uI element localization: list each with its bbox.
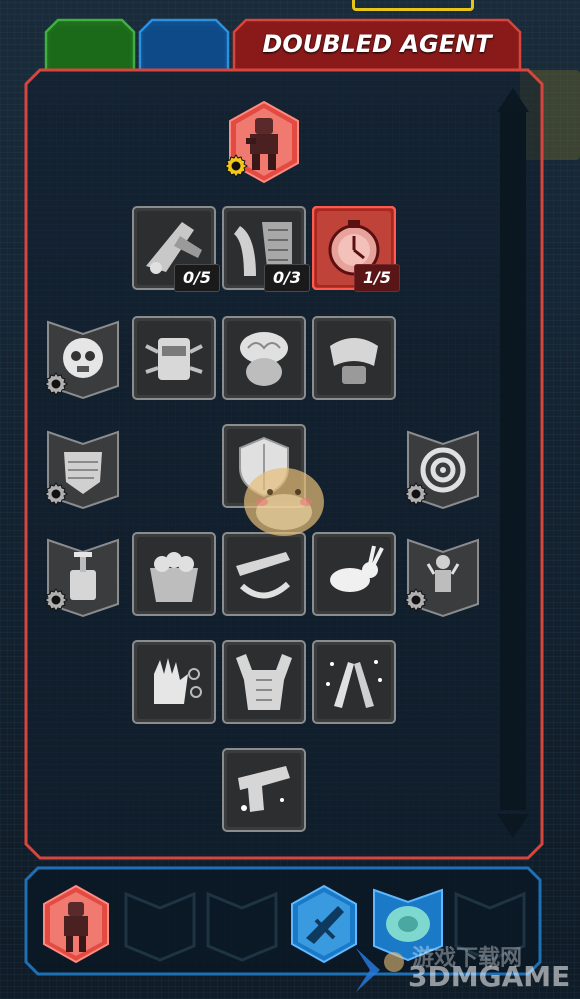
rifle-swap-skill[interactable] [222, 532, 306, 616]
skill-count: 0/5 [174, 264, 220, 292]
watermark: 游戏下载网 3DMGAME [350, 940, 580, 999]
skill-count: 1/5 [354, 264, 400, 292]
empty-slot-1[interactable] [124, 890, 196, 966]
tab-blue[interactable] [138, 18, 230, 70]
tab-green[interactable] [44, 18, 136, 70]
backpack-skill[interactable] [132, 316, 216, 400]
gear-icon [42, 370, 70, 398]
brain-skill[interactable] [222, 316, 306, 400]
scroll-track[interactable] [500, 110, 526, 810]
scrollbar[interactable] [497, 88, 529, 838]
hand-skill[interactable] [132, 640, 216, 724]
shoulder-armor-skill[interactable] [312, 316, 396, 400]
mascot-watermark [240, 464, 328, 540]
gear-icon [402, 586, 430, 614]
top-yellow-button[interactable] [352, 0, 474, 11]
gear-icon [42, 480, 70, 508]
empty-slot-2[interactable] [206, 890, 278, 966]
gear-icon [42, 586, 70, 614]
stopwatch-skill[interactable]: 1/5 [312, 206, 400, 292]
torso-skill[interactable] [222, 640, 306, 724]
agent-portrait-slot[interactable] [40, 884, 112, 968]
scroll-up-arrow[interactable] [497, 88, 529, 112]
tab-doubled-agent[interactable]: DOUBLED AGENT [232, 18, 522, 70]
pistol-skill[interactable] [222, 748, 306, 832]
rabbit-skill[interactable] [312, 532, 396, 616]
skill-count: 0/3 [264, 264, 310, 292]
grenade-basket-skill[interactable] [132, 532, 216, 616]
armored-plate-skill[interactable]: 0/3 [222, 206, 310, 292]
watermark-text: 3DMGAME [408, 960, 571, 993]
sniper-rifle-skill[interactable]: 0/5 [132, 206, 220, 292]
tab-label: DOUBLED AGENT [262, 30, 492, 58]
sparkle-arms-skill[interactable] [312, 640, 396, 724]
scroll-down-arrow[interactable] [497, 814, 529, 838]
gear-icon [402, 480, 430, 508]
gear-icon [222, 152, 250, 180]
